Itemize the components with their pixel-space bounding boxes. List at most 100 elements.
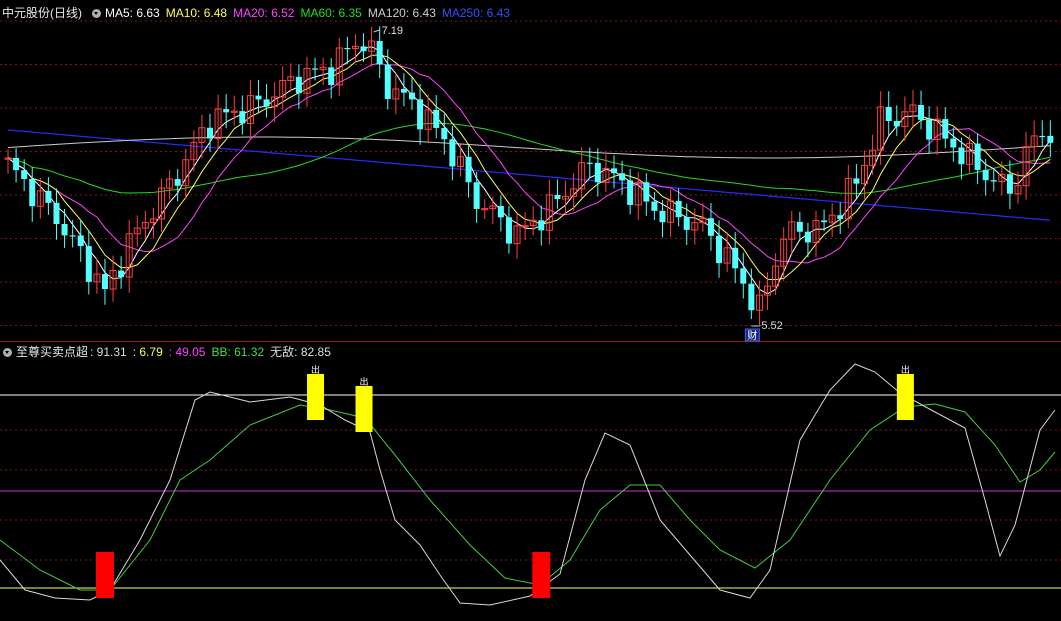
candle-down bbox=[433, 109, 440, 128]
sub-value-3: : 49.05 bbox=[168, 345, 206, 359]
candle-down bbox=[990, 180, 997, 182]
candle-down bbox=[101, 274, 108, 290]
sub-panel-header: 至尊买卖点超 : 91.31 : 6.79 : 49.05 BB: 61.32 … bbox=[0, 343, 337, 361]
ma20-line bbox=[7, 62, 1051, 264]
candle-down bbox=[295, 76, 302, 94]
candle-down bbox=[821, 220, 828, 223]
sell-signal-bar bbox=[307, 374, 325, 420]
candle-down bbox=[683, 217, 690, 230]
candle-down bbox=[328, 67, 335, 85]
ma250-label: MA250: 6.43 bbox=[441, 6, 510, 20]
buy-signal-bar bbox=[95, 552, 114, 598]
candle-down bbox=[1047, 135, 1054, 143]
main-panel-header: 中元股份(日线) MA5: 6.63 MA10: 6.48 MA20: 6.52… bbox=[0, 4, 516, 22]
ma5-line bbox=[7, 46, 1051, 295]
candle-down bbox=[707, 218, 714, 236]
candle-down bbox=[611, 168, 617, 174]
bb-line bbox=[0, 403, 1056, 591]
candle-down bbox=[732, 247, 739, 269]
candle-down bbox=[627, 180, 634, 205]
candle-down bbox=[473, 182, 480, 209]
candle-down bbox=[675, 200, 682, 218]
high-marker-line bbox=[373, 29, 380, 33]
candle-down bbox=[409, 92, 415, 100]
candle-down bbox=[893, 121, 900, 127]
candle-down bbox=[619, 173, 626, 181]
candle-down bbox=[223, 109, 230, 113]
sell-signal-label: 出 bbox=[360, 376, 369, 388]
sub-value-bb: BB: 61.32 bbox=[211, 345, 265, 359]
sell-signal-bar bbox=[355, 386, 373, 432]
candle-down bbox=[796, 221, 803, 232]
sell-signal-label: 出 bbox=[901, 364, 910, 376]
candle-down bbox=[974, 143, 981, 170]
candle-down bbox=[594, 162, 601, 183]
candle-down bbox=[748, 283, 755, 311]
candle-down bbox=[538, 220, 545, 231]
indicator-toggle-icon[interactable] bbox=[92, 8, 101, 18]
candle-down bbox=[13, 158, 20, 171]
candle-down bbox=[174, 179, 181, 186]
sub-value-wudi: 无敌: 82.85 bbox=[270, 345, 331, 359]
candle-down bbox=[505, 217, 512, 244]
candle-down bbox=[716, 235, 723, 264]
sell-signal-label: 出 bbox=[311, 364, 320, 376]
candle-down bbox=[926, 119, 933, 140]
candle-down bbox=[29, 178, 36, 207]
candle-down bbox=[853, 178, 860, 184]
candle-down bbox=[958, 147, 965, 165]
event-badge: 财 bbox=[747, 329, 757, 342]
candle-down bbox=[586, 162, 593, 164]
candle-down bbox=[263, 99, 270, 107]
candle-down bbox=[61, 224, 68, 236]
candle-down bbox=[1039, 135, 1046, 138]
sub-title: 至尊买卖点超 bbox=[16, 345, 89, 359]
ma120-label: MA120: 6.43 bbox=[367, 6, 436, 20]
candle-down bbox=[918, 105, 925, 120]
candle-down bbox=[69, 235, 76, 237]
candle-down bbox=[344, 47, 351, 50]
wudi-line bbox=[0, 363, 1056, 606]
low-label: 5.52 bbox=[761, 320, 782, 332]
candle-down bbox=[239, 111, 246, 124]
candle-down bbox=[804, 231, 811, 243]
candle-down bbox=[255, 95, 262, 100]
candle-down bbox=[740, 268, 747, 284]
chart-canvas: 7.195.52财出出出 bbox=[0, 20, 1061, 606]
candle-down bbox=[312, 68, 319, 70]
candle-down bbox=[417, 99, 424, 130]
candle-down bbox=[643, 182, 650, 202]
candle-down bbox=[441, 127, 448, 140]
candle-down bbox=[77, 235, 84, 247]
candle-down bbox=[837, 215, 844, 219]
candle-down bbox=[45, 190, 52, 203]
candle-down bbox=[118, 270, 125, 278]
candle-down bbox=[885, 106, 892, 122]
sub-value-2: : 6.79 bbox=[132, 345, 163, 359]
candle-down bbox=[497, 206, 504, 218]
main-title: 中元股份(日线) bbox=[2, 6, 82, 20]
chart-stage: 7.19 5.52 财出出出 中元股份(日线) MA5: 6.63 MA10: 6.… bbox=[0, 0, 1061, 616]
sub-value-1: : 91.31 bbox=[90, 345, 127, 359]
ma20-label: MA20: 6.52 bbox=[233, 6, 295, 20]
candle-down bbox=[465, 156, 472, 183]
candle-down bbox=[982, 169, 989, 181]
candle-down bbox=[53, 202, 60, 225]
candle-down bbox=[400, 88, 407, 93]
candle-down bbox=[1006, 174, 1013, 194]
candle-down bbox=[950, 138, 957, 148]
buy-signal-bar bbox=[532, 552, 551, 598]
candle-down bbox=[659, 210, 666, 223]
sub-indicator-toggle-icon[interactable] bbox=[3, 347, 12, 357]
high-label: 7.19 bbox=[382, 25, 403, 37]
candle-down bbox=[942, 119, 949, 139]
candle-down bbox=[449, 139, 456, 167]
ma120-line bbox=[7, 136, 1051, 159]
ma10-label: MA10: 6.48 bbox=[165, 6, 228, 20]
sell-signal-bar bbox=[896, 374, 914, 420]
candle-down bbox=[384, 64, 391, 99]
candle-down bbox=[651, 201, 658, 211]
candle-down bbox=[207, 127, 213, 139]
candle-down bbox=[21, 170, 28, 179]
candle-down bbox=[376, 41, 383, 65]
